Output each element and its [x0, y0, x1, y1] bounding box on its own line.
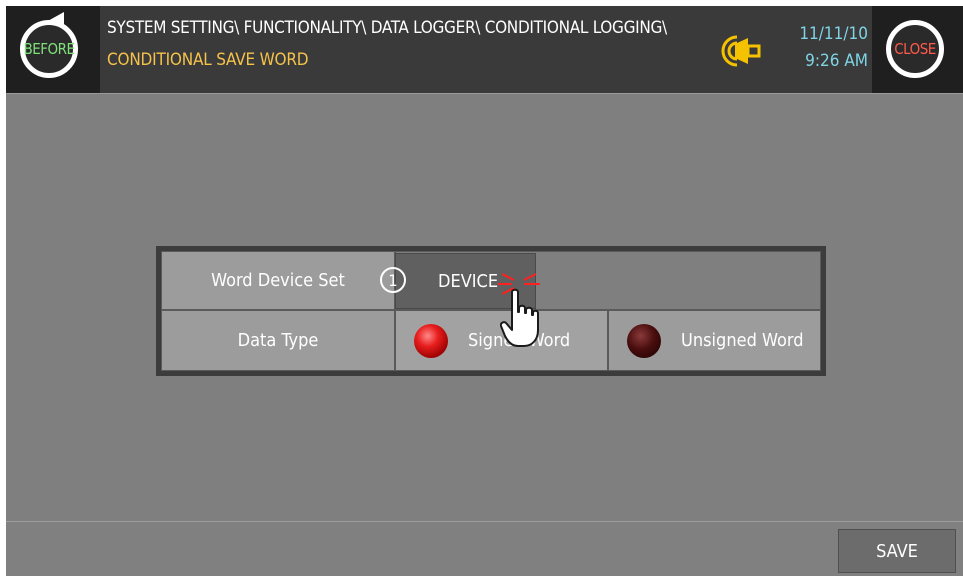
breadcrumb: SYSTEM SETTING\ FUNCTIONALITY\ DATA LOGG… — [107, 18, 667, 38]
unsigned-word-label: Unsigned Word — [681, 330, 804, 351]
clock-time: 9:26 AM — [805, 51, 868, 71]
before-button[interactable]: BEFORE — [6, 6, 100, 93]
footer-bar — [6, 521, 963, 576]
device-button-label: DEVICE — [438, 270, 499, 292]
save-button[interactable]: SAVE — [838, 529, 956, 573]
radio-unselected-icon — [627, 323, 661, 358]
before-ring: BEFORE — [20, 20, 78, 78]
step-marker-badge: 1 — [380, 267, 406, 293]
word-device-label: Word Device Set — [161, 251, 395, 310]
alarm-bell-icon[interactable] — [720, 34, 768, 68]
title-bar: BEFORE SYSTEM SETTING\ FUNCTIONALITY\ DA… — [6, 6, 963, 94]
save-label: SAVE — [876, 540, 918, 562]
before-label: BEFORE — [23, 40, 75, 58]
radio-selected-icon — [414, 323, 448, 358]
close-button[interactable]: CLOSE — [872, 6, 963, 93]
step-marker-number: 1 — [388, 270, 398, 290]
hmi-screen: BEFORE SYSTEM SETTING\ FUNCTIONALITY\ DA… — [6, 6, 963, 576]
data-type-label: Data Type — [161, 310, 395, 371]
page-title: CONDITIONAL SAVE WORD — [107, 50, 309, 70]
close-ring: CLOSE — [886, 20, 944, 78]
unsigned-word-option[interactable]: Unsigned Word — [608, 310, 821, 371]
pointer-hand-icon — [500, 288, 539, 347]
clock-date: 11/11/10 — [799, 24, 868, 44]
close-label: CLOSE — [894, 40, 936, 58]
